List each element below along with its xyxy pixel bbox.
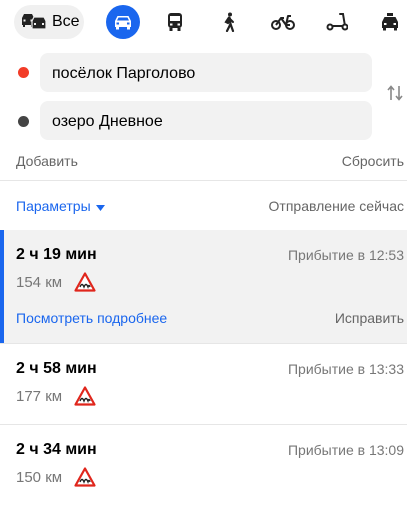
mode-all-label: Все bbox=[52, 13, 80, 30]
route-arrival: Прибытие в 13:33 bbox=[287, 361, 404, 377]
route-distance: 154 км bbox=[16, 274, 63, 291]
transport-mode-bar: Все bbox=[0, 0, 407, 44]
end-point-marker bbox=[18, 116, 29, 127]
view-details-link[interactable]: Посмотреть подробнее bbox=[16, 310, 167, 326]
pedestrian-icon bbox=[221, 12, 237, 32]
route-distance: 177 км bbox=[16, 388, 63, 405]
departure-time-selector[interactable]: Отправление сейчас bbox=[269, 198, 404, 214]
selected-route-indicator bbox=[0, 230, 4, 343]
route-distance: 150 км bbox=[16, 469, 63, 486]
from-field[interactable]: посёлок Парголово bbox=[40, 53, 372, 92]
mode-scooter-button[interactable] bbox=[320, 5, 354, 39]
route-duration: 2 ч 34 мин bbox=[16, 441, 97, 458]
mode-all-button[interactable]: Все bbox=[14, 5, 84, 39]
route-arrival: Прибытие в 13:09 bbox=[287, 442, 404, 458]
mode-public-transport-button[interactable] bbox=[158, 5, 192, 39]
route-arrival: Прибытие в 12:53 bbox=[287, 247, 404, 263]
route-option-1[interactable]: 2 ч 19 мин Прибытие в 12:53 154 км Посмо… bbox=[0, 230, 407, 343]
swap-points-icon[interactable] bbox=[386, 84, 404, 102]
to-field[interactable]: озеро Дневное bbox=[40, 101, 372, 140]
reset-button[interactable]: Сбросить bbox=[342, 153, 404, 169]
start-point-marker bbox=[18, 67, 29, 78]
road-bumps-icon bbox=[74, 272, 96, 292]
route-option-2[interactable]: 2 ч 58 мин Прибытие в 13:33 177 км bbox=[0, 344, 407, 424]
bicycle-icon bbox=[271, 13, 295, 31]
road-bumps-icon bbox=[74, 386, 96, 406]
mode-walk-button[interactable] bbox=[212, 5, 246, 39]
mode-car-button[interactable] bbox=[106, 5, 140, 39]
car-and-bus-icon bbox=[20, 12, 48, 32]
taxi-icon bbox=[380, 13, 400, 31]
mode-bike-button[interactable] bbox=[266, 5, 300, 39]
parameters-label: Параметры bbox=[16, 198, 91, 214]
route-duration: 2 ч 58 мин bbox=[16, 360, 97, 377]
fix-route-button[interactable]: Исправить bbox=[335, 310, 404, 326]
parameters-dropdown[interactable]: Параметры bbox=[16, 198, 105, 214]
caret-down-icon bbox=[95, 198, 105, 214]
road-bumps-icon bbox=[74, 467, 96, 487]
car-icon bbox=[113, 14, 133, 30]
scooter-icon bbox=[326, 12, 348, 32]
bus-icon bbox=[166, 12, 184, 32]
route-duration: 2 ч 19 мин bbox=[16, 246, 97, 263]
route-option-3[interactable]: 2 ч 34 мин Прибытие в 13:09 150 км bbox=[0, 425, 407, 505]
add-point-button[interactable]: Добавить bbox=[16, 153, 78, 169]
divider bbox=[0, 180, 407, 181]
mode-taxi-button[interactable] bbox=[373, 5, 407, 39]
